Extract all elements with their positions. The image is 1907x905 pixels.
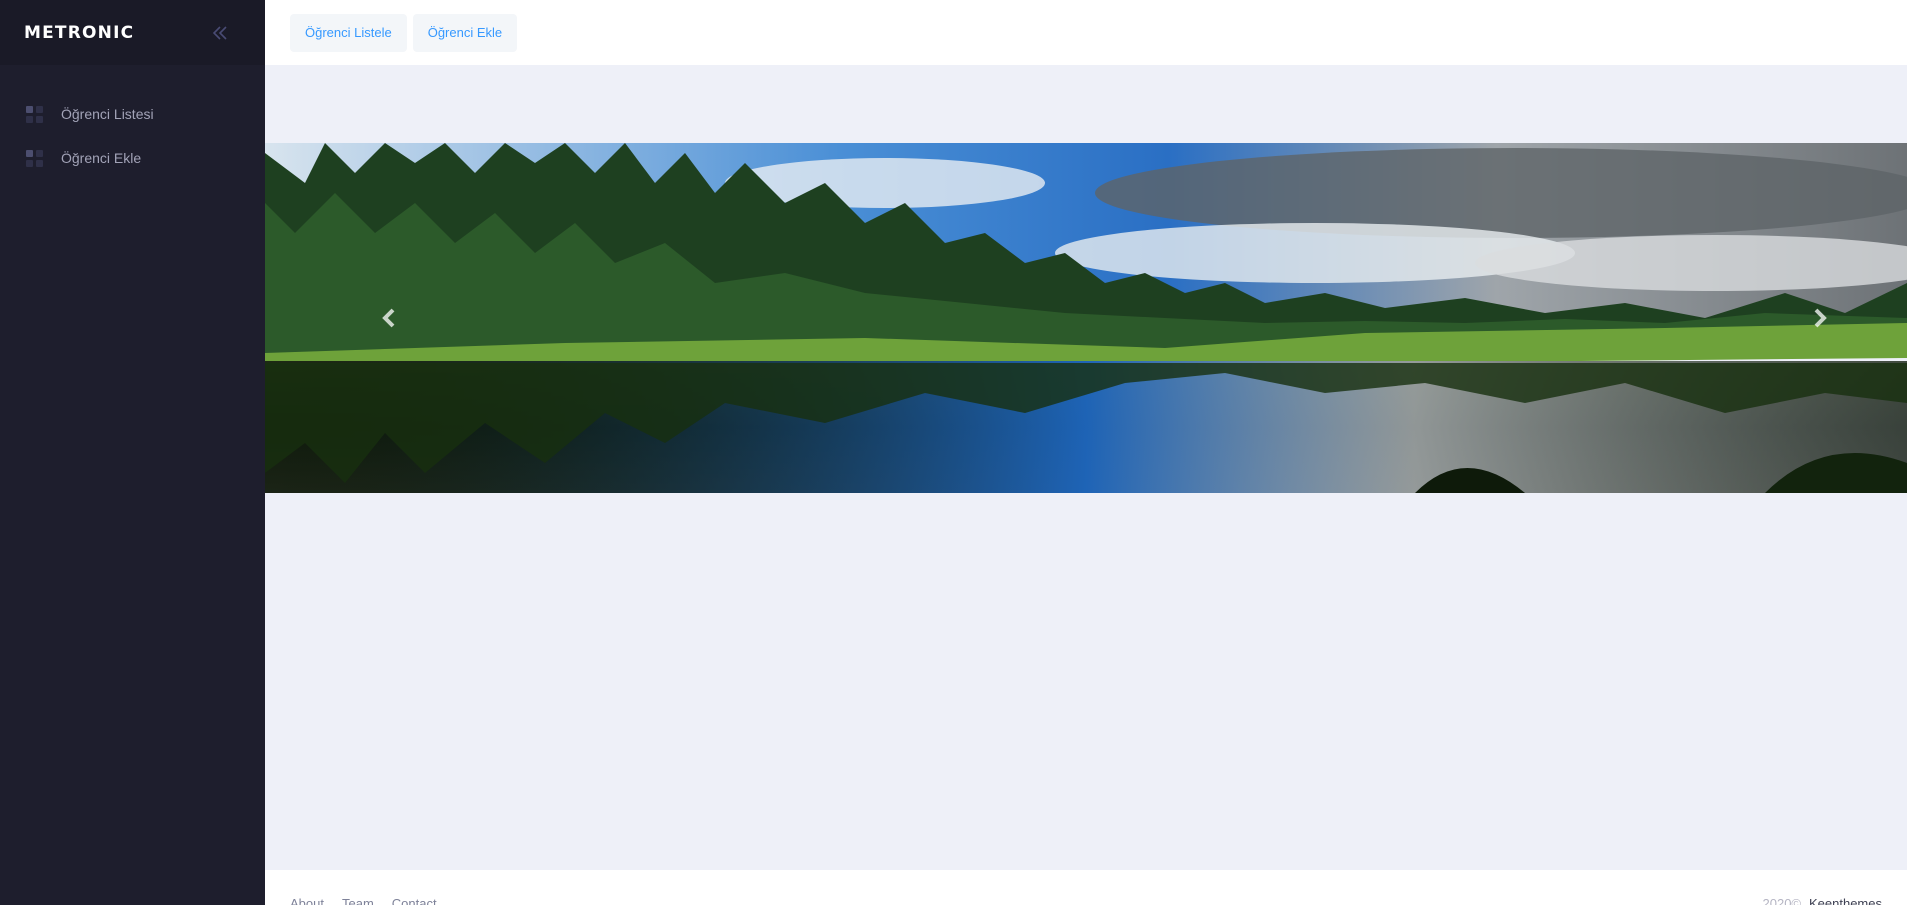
main-content — [265, 65, 1907, 870]
footer-nav: About Team Contact — [290, 890, 437, 905]
company-link[interactable]: Keenthemes — [1809, 896, 1882, 905]
copyright-year: 2020© — [1762, 896, 1802, 905]
brand-bar: METRONIC — [0, 0, 265, 65]
sidebar-item-ogrenci-ekle[interactable]: Öğrenci Ekle — [0, 136, 265, 180]
sidebar-toggle-button[interactable] — [210, 23, 230, 43]
sidebar-item-ogrenci-listesi[interactable]: Öğrenci Listesi — [0, 92, 265, 136]
header: Öğrenci Listele Öğrenci Ekle — [265, 0, 1907, 65]
grid-icon — [26, 105, 43, 123]
forest-lake-image — [265, 143, 1907, 493]
sidebar-menu: Öğrenci Listesi Öğrenci Ekle — [0, 65, 265, 180]
footer-link-contact[interactable]: Contact — [392, 896, 437, 905]
chevron-left-icon — [382, 308, 395, 328]
sidebar: METRONIC Öğrenci Listesi Öğrenci Ekle — [0, 0, 265, 905]
carousel-next-button[interactable] — [1795, 293, 1845, 343]
carousel-prev-button[interactable] — [364, 293, 414, 343]
ogrenci-ekle-button[interactable]: Öğrenci Ekle — [412, 13, 518, 52]
footer: About Team Contact 2020© Keenthemes — [265, 870, 1907, 905]
sidebar-item-label: Öğrenci Ekle — [61, 150, 142, 166]
chevron-right-icon — [1814, 308, 1827, 328]
footer-copyright: 2020© Keenthemes — [1763, 896, 1883, 905]
footer-link-about[interactable]: About — [290, 896, 324, 905]
double-chevron-left-icon — [212, 25, 227, 40]
footer-link-team[interactable]: Team — [342, 896, 374, 905]
ogrenci-listele-button[interactable]: Öğrenci Listele — [290, 13, 407, 52]
image-carousel[interactable] — [265, 143, 1907, 493]
grid-icon — [26, 149, 43, 167]
brand-logo[interactable]: METRONIC — [24, 23, 134, 43]
sidebar-item-label: Öğrenci Listesi — [61, 106, 154, 122]
